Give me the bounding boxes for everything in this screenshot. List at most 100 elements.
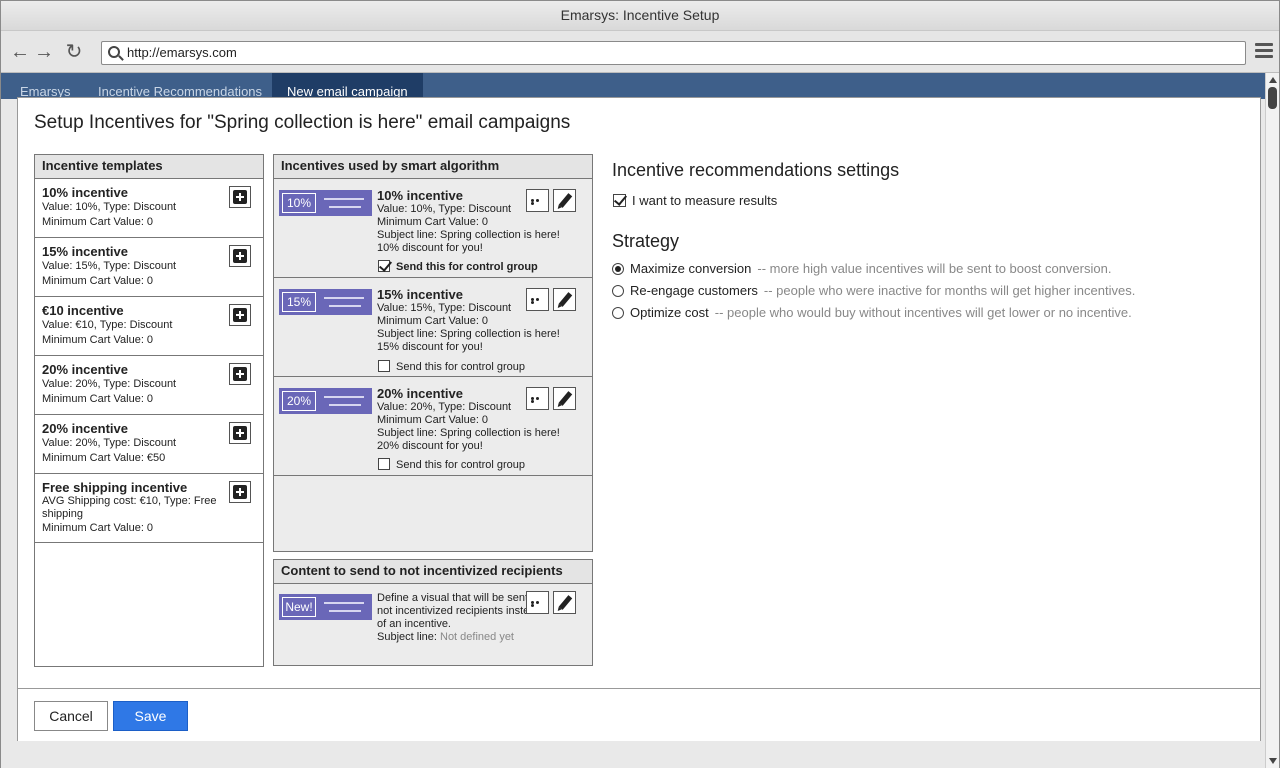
window-title: Emarsys: Incentive Setup bbox=[1, 1, 1279, 31]
control-group-checkbox[interactable]: Send this for control group bbox=[378, 360, 525, 374]
app-tab-new-email-campaign[interactable]: New email campaign bbox=[272, 73, 423, 99]
add-template-button[interactable] bbox=[229, 481, 251, 503]
control-group-label: Send this for control group bbox=[396, 361, 526, 373]
subject-label: Subject line: bbox=[377, 631, 437, 643]
incentive-banner[interactable]: 20% bbox=[279, 388, 372, 414]
template-detail: Minimum Cart Value: €50 bbox=[42, 452, 166, 464]
app-navigation: Emarsys Incentive Recommendations New em… bbox=[1, 73, 1265, 99]
edit-button[interactable] bbox=[553, 288, 576, 311]
add-template-button[interactable] bbox=[229, 422, 251, 444]
template-detail: Value: 15%, Type: Discount bbox=[42, 260, 177, 272]
forward-arrow-icon[interactable]: → bbox=[33, 42, 55, 64]
incentive-banner[interactable]: 15% bbox=[279, 289, 372, 315]
banner-badge: 15% bbox=[282, 292, 316, 312]
plus-icon bbox=[233, 367, 247, 381]
control-group-label: Send this for control group bbox=[396, 261, 538, 273]
app-tab-incentive-recommendations[interactable]: Incentive Recommendations bbox=[83, 73, 277, 99]
template-detail: AVG Shipping cost: €10, Type: Free shipp… bbox=[42, 495, 217, 520]
template-detail: Minimum Cart Value: 0 bbox=[42, 522, 154, 534]
incentive-setup-dialog: Setup Incentives for "Spring collection … bbox=[17, 97, 1261, 741]
plus-icon bbox=[233, 485, 247, 499]
strategy-option-optimize-cost[interactable]: Optimize cost -- people who would buy wit… bbox=[612, 305, 1132, 320]
more-options-button[interactable] bbox=[526, 387, 549, 410]
panel-header: Incentives used by smart algorithm bbox=[274, 155, 592, 179]
plus-icon bbox=[233, 426, 247, 440]
edit-button[interactable] bbox=[553, 387, 576, 410]
ellipsis-icon bbox=[531, 298, 544, 304]
template-item: €10 incentive Value: €10, Type: Discount… bbox=[35, 297, 263, 356]
dialog-title: Setup Incentives for "Spring collection … bbox=[34, 112, 571, 133]
template-name: 20% incentive bbox=[42, 362, 128, 377]
checkbox-checked[interactable] bbox=[613, 194, 626, 207]
template-name: 10% incentive bbox=[42, 185, 128, 200]
control-group-checkbox[interactable]: Send this for control group bbox=[378, 458, 525, 472]
ellipsis-icon bbox=[531, 601, 544, 607]
scroll-down-arrow-icon[interactable] bbox=[1269, 758, 1277, 764]
template-detail: Minimum Cart Value: 0 bbox=[42, 275, 154, 287]
subject-value: Not defined yet bbox=[440, 631, 514, 643]
plus-icon bbox=[233, 249, 247, 263]
template-detail: Value: 10%, Type: Discount bbox=[42, 201, 177, 213]
pencil-icon bbox=[558, 595, 573, 610]
strategy-label: Maximize conversion bbox=[630, 261, 752, 276]
edit-button[interactable] bbox=[553, 189, 576, 212]
control-group-checkbox[interactable]: Send this for control group bbox=[378, 260, 538, 274]
more-options-button[interactable] bbox=[526, 189, 549, 212]
strategy-title: Strategy bbox=[612, 231, 680, 251]
template-item: 15% incentive Value: 15%, Type: Discount… bbox=[35, 238, 263, 297]
add-template-button[interactable] bbox=[229, 363, 251, 385]
ellipsis-icon bbox=[531, 397, 544, 403]
template-detail: Minimum Cart Value: 0 bbox=[42, 216, 154, 228]
settings-title: Incentive recommendations settings bbox=[612, 160, 900, 180]
checkbox-checked[interactable] bbox=[378, 260, 390, 272]
more-options-button[interactable] bbox=[526, 591, 549, 614]
dialog-footer: Cancel Save bbox=[18, 688, 1260, 741]
app-tab-emarsys[interactable]: Emarsys bbox=[5, 73, 86, 99]
checkbox-unchecked[interactable] bbox=[378, 360, 390, 372]
reload-icon[interactable]: ↻ bbox=[63, 42, 85, 64]
checkbox-unchecked[interactable] bbox=[378, 458, 390, 470]
incentive-subject: Subject line: Spring collection is here! bbox=[377, 229, 560, 241]
edit-button[interactable] bbox=[553, 591, 576, 614]
add-template-button[interactable] bbox=[229, 245, 251, 267]
banner-badge: 10% bbox=[282, 193, 316, 213]
strategy-label: Optimize cost bbox=[630, 305, 709, 320]
incentive-templates-panel: Incentive templates 10% incentive Value:… bbox=[34, 154, 264, 667]
save-button[interactable]: Save bbox=[113, 701, 188, 731]
back-arrow-icon[interactable]: ← bbox=[9, 42, 31, 64]
scroll-thumb[interactable] bbox=[1268, 87, 1277, 109]
strategy-option-maximize-conversion[interactable]: Maximize conversion -- more high value in… bbox=[612, 261, 1111, 276]
pencil-icon bbox=[558, 391, 573, 406]
add-template-button[interactable] bbox=[229, 186, 251, 208]
incentive-subject-cont: 20% discount for you! bbox=[377, 440, 483, 452]
strategy-option-re-engage-customers[interactable]: Re-engage customers -- people who were in… bbox=[612, 283, 1135, 298]
cancel-button[interactable]: Cancel bbox=[34, 701, 108, 731]
non-incentivized-banner[interactable]: New! bbox=[279, 594, 372, 620]
measure-results-label: I want to measure results bbox=[632, 193, 778, 208]
page-scrollbar[interactable] bbox=[1265, 73, 1279, 768]
incentive-banner[interactable]: 10% bbox=[279, 190, 372, 216]
browser-window: Emarsys: Incentive Setup ← → ↻ http://em… bbox=[0, 0, 1280, 768]
template-name: 15% incentive bbox=[42, 244, 128, 259]
measure-results-checkbox[interactable]: I want to measure results bbox=[613, 193, 777, 208]
banner-badge: New! bbox=[282, 597, 316, 617]
template-detail: Minimum Cart Value: 0 bbox=[42, 393, 154, 405]
template-name: Free shipping incentive bbox=[42, 480, 188, 495]
more-options-button[interactable] bbox=[526, 288, 549, 311]
strategy-description: -- people who were inactive for months w… bbox=[763, 283, 1136, 298]
template-detail: Value: 20%, Type: Discount bbox=[42, 378, 177, 390]
incentive-subject-cont: 10% discount for you! bbox=[377, 242, 483, 254]
radio-unselected[interactable] bbox=[612, 285, 624, 297]
add-template-button[interactable] bbox=[229, 304, 251, 326]
incentive-subject: Subject line: Spring collection is here! bbox=[377, 427, 560, 439]
radio-selected[interactable] bbox=[612, 263, 624, 275]
template-name: €10 incentive bbox=[42, 303, 124, 318]
incentive-subject-cont: 15% discount for you! bbox=[377, 341, 483, 353]
address-bar[interactable]: http://emarsys.com bbox=[101, 41, 1246, 65]
ellipsis-icon bbox=[531, 199, 544, 205]
control-group-label: Send this for control group bbox=[396, 459, 526, 471]
hamburger-menu-icon[interactable] bbox=[1255, 43, 1273, 61]
non-incentivized-panel: Content to send to not incentivized reci… bbox=[273, 559, 593, 666]
radio-unselected[interactable] bbox=[612, 307, 624, 319]
scroll-up-arrow-icon[interactable] bbox=[1269, 77, 1277, 83]
